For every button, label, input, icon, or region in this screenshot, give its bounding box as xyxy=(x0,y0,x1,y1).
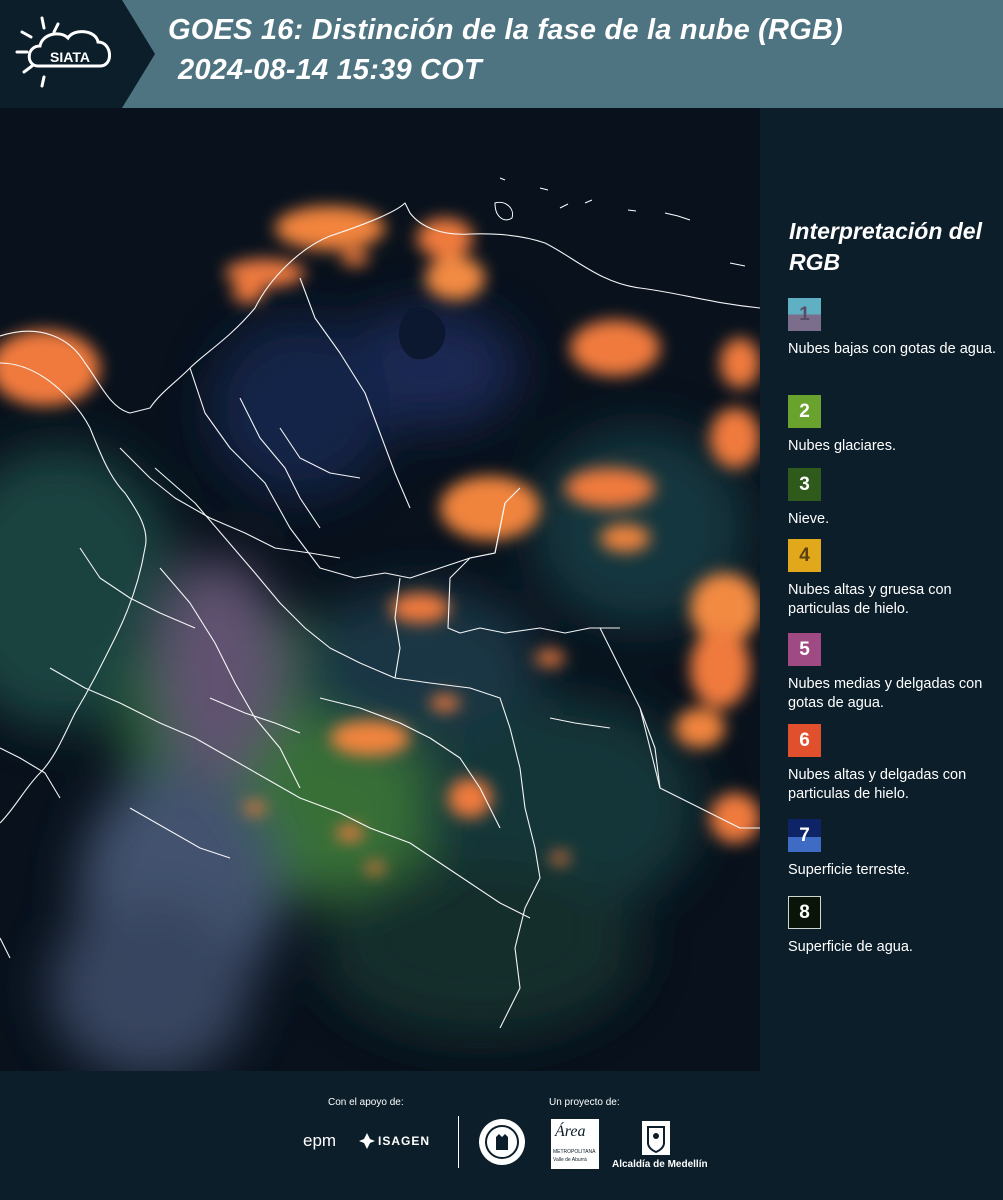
legend-title: Interpretación del RGB xyxy=(789,218,982,275)
legend-item-5: 5 Nubes medias y delgadas con gotas de a… xyxy=(788,633,1000,713)
header-bar: SIATA GOES 16: Distinción de la fase de … xyxy=(0,0,1003,108)
legend-item-2: 2 Nubes glaciares. xyxy=(788,395,1000,456)
satellite-rgb-map-icon xyxy=(0,108,760,1071)
satellite-map[interactable] xyxy=(0,108,760,1071)
siata-logo-block: SIATA xyxy=(0,0,155,108)
legend-label: Nubes medias y delgadas con gotas de agu… xyxy=(788,676,983,711)
alcaldia-shield-icon xyxy=(642,1121,670,1155)
epm-logo: epm xyxy=(303,1131,337,1150)
siata-logo-text: SIATA xyxy=(50,49,90,65)
page-title: GOES 16: Distinción de la fase de la nub… xyxy=(168,14,843,46)
project-label: Un proyecto de: xyxy=(549,1097,620,1108)
legend-number: 4 xyxy=(799,544,810,566)
legend-number: 3 xyxy=(799,473,810,495)
legend-swatch: 2 xyxy=(788,395,821,428)
area-logo-sub1: METROPOLITANA xyxy=(553,1149,596,1155)
legend-number: 5 xyxy=(799,638,810,660)
legend-swatch: 6 xyxy=(788,724,821,757)
legend-number: 1 xyxy=(799,303,810,325)
seal-logo-icon xyxy=(479,1119,525,1165)
legend-swatch: 3 xyxy=(788,468,821,501)
support-label: Con el apoyo de: xyxy=(328,1097,404,1108)
legend-item-7: 7 Superficie terreste. xyxy=(788,819,1000,880)
legend-label: Nubes altas y gruesa con particulas de h… xyxy=(788,582,952,617)
footer-divider xyxy=(458,1116,459,1168)
legend-swatch: 7 xyxy=(788,819,821,852)
legend-panel: Interpretación del RGB 1 Nubes bajas con… xyxy=(760,108,1003,1071)
legend-item-4: 4 Nubes altas y gruesa con particulas de… xyxy=(788,539,1000,619)
legend-label: Nubes bajas con gotas de agua. xyxy=(788,341,996,357)
legend-swatch: 1 xyxy=(788,298,821,331)
alcaldia-label: Alcaldía de Medellín xyxy=(612,1159,708,1170)
isagen-logo-icon xyxy=(359,1133,375,1149)
timestamp: 2024-08-14 15:39 COT xyxy=(178,54,482,86)
area-metropolitana-logo: Área METROPOLITANA Valle de Aburrá xyxy=(551,1119,599,1169)
legend-number: 7 xyxy=(799,824,810,846)
legend-swatch: 5 xyxy=(788,633,821,666)
legend-number: 6 xyxy=(799,729,810,751)
legend-number: 2 xyxy=(799,400,810,422)
legend-number: 8 xyxy=(799,901,810,923)
footer: Con el apoyo de: Un proyecto de: epm ISA… xyxy=(0,1071,1003,1200)
legend-item-1: 1 Nubes bajas con gotas de agua. xyxy=(788,298,1000,359)
legend-label: Nubes altas y delgadas con particulas de… xyxy=(788,767,967,802)
legend-label: Nieve. xyxy=(788,511,830,527)
legend-item-6: 6 Nubes altas y delgadas con particulas … xyxy=(788,724,1000,804)
legend-item-3: 3 Nieve. xyxy=(788,468,1000,529)
legend-label: Superficie de agua. xyxy=(788,939,913,955)
legend-item-8: 8 Superficie de agua. xyxy=(788,896,1000,957)
legend-label: Superficie terreste. xyxy=(788,862,910,878)
area-logo-text: Área xyxy=(555,1123,586,1140)
legend-label: Nubes glaciares. xyxy=(788,438,896,454)
legend-swatch: 8 xyxy=(788,896,821,929)
area-logo-sub2: Valle de Aburrá xyxy=(553,1157,587,1163)
isagen-logo: ISAGEN xyxy=(378,1134,431,1148)
legend-swatch: 4 xyxy=(788,539,821,572)
